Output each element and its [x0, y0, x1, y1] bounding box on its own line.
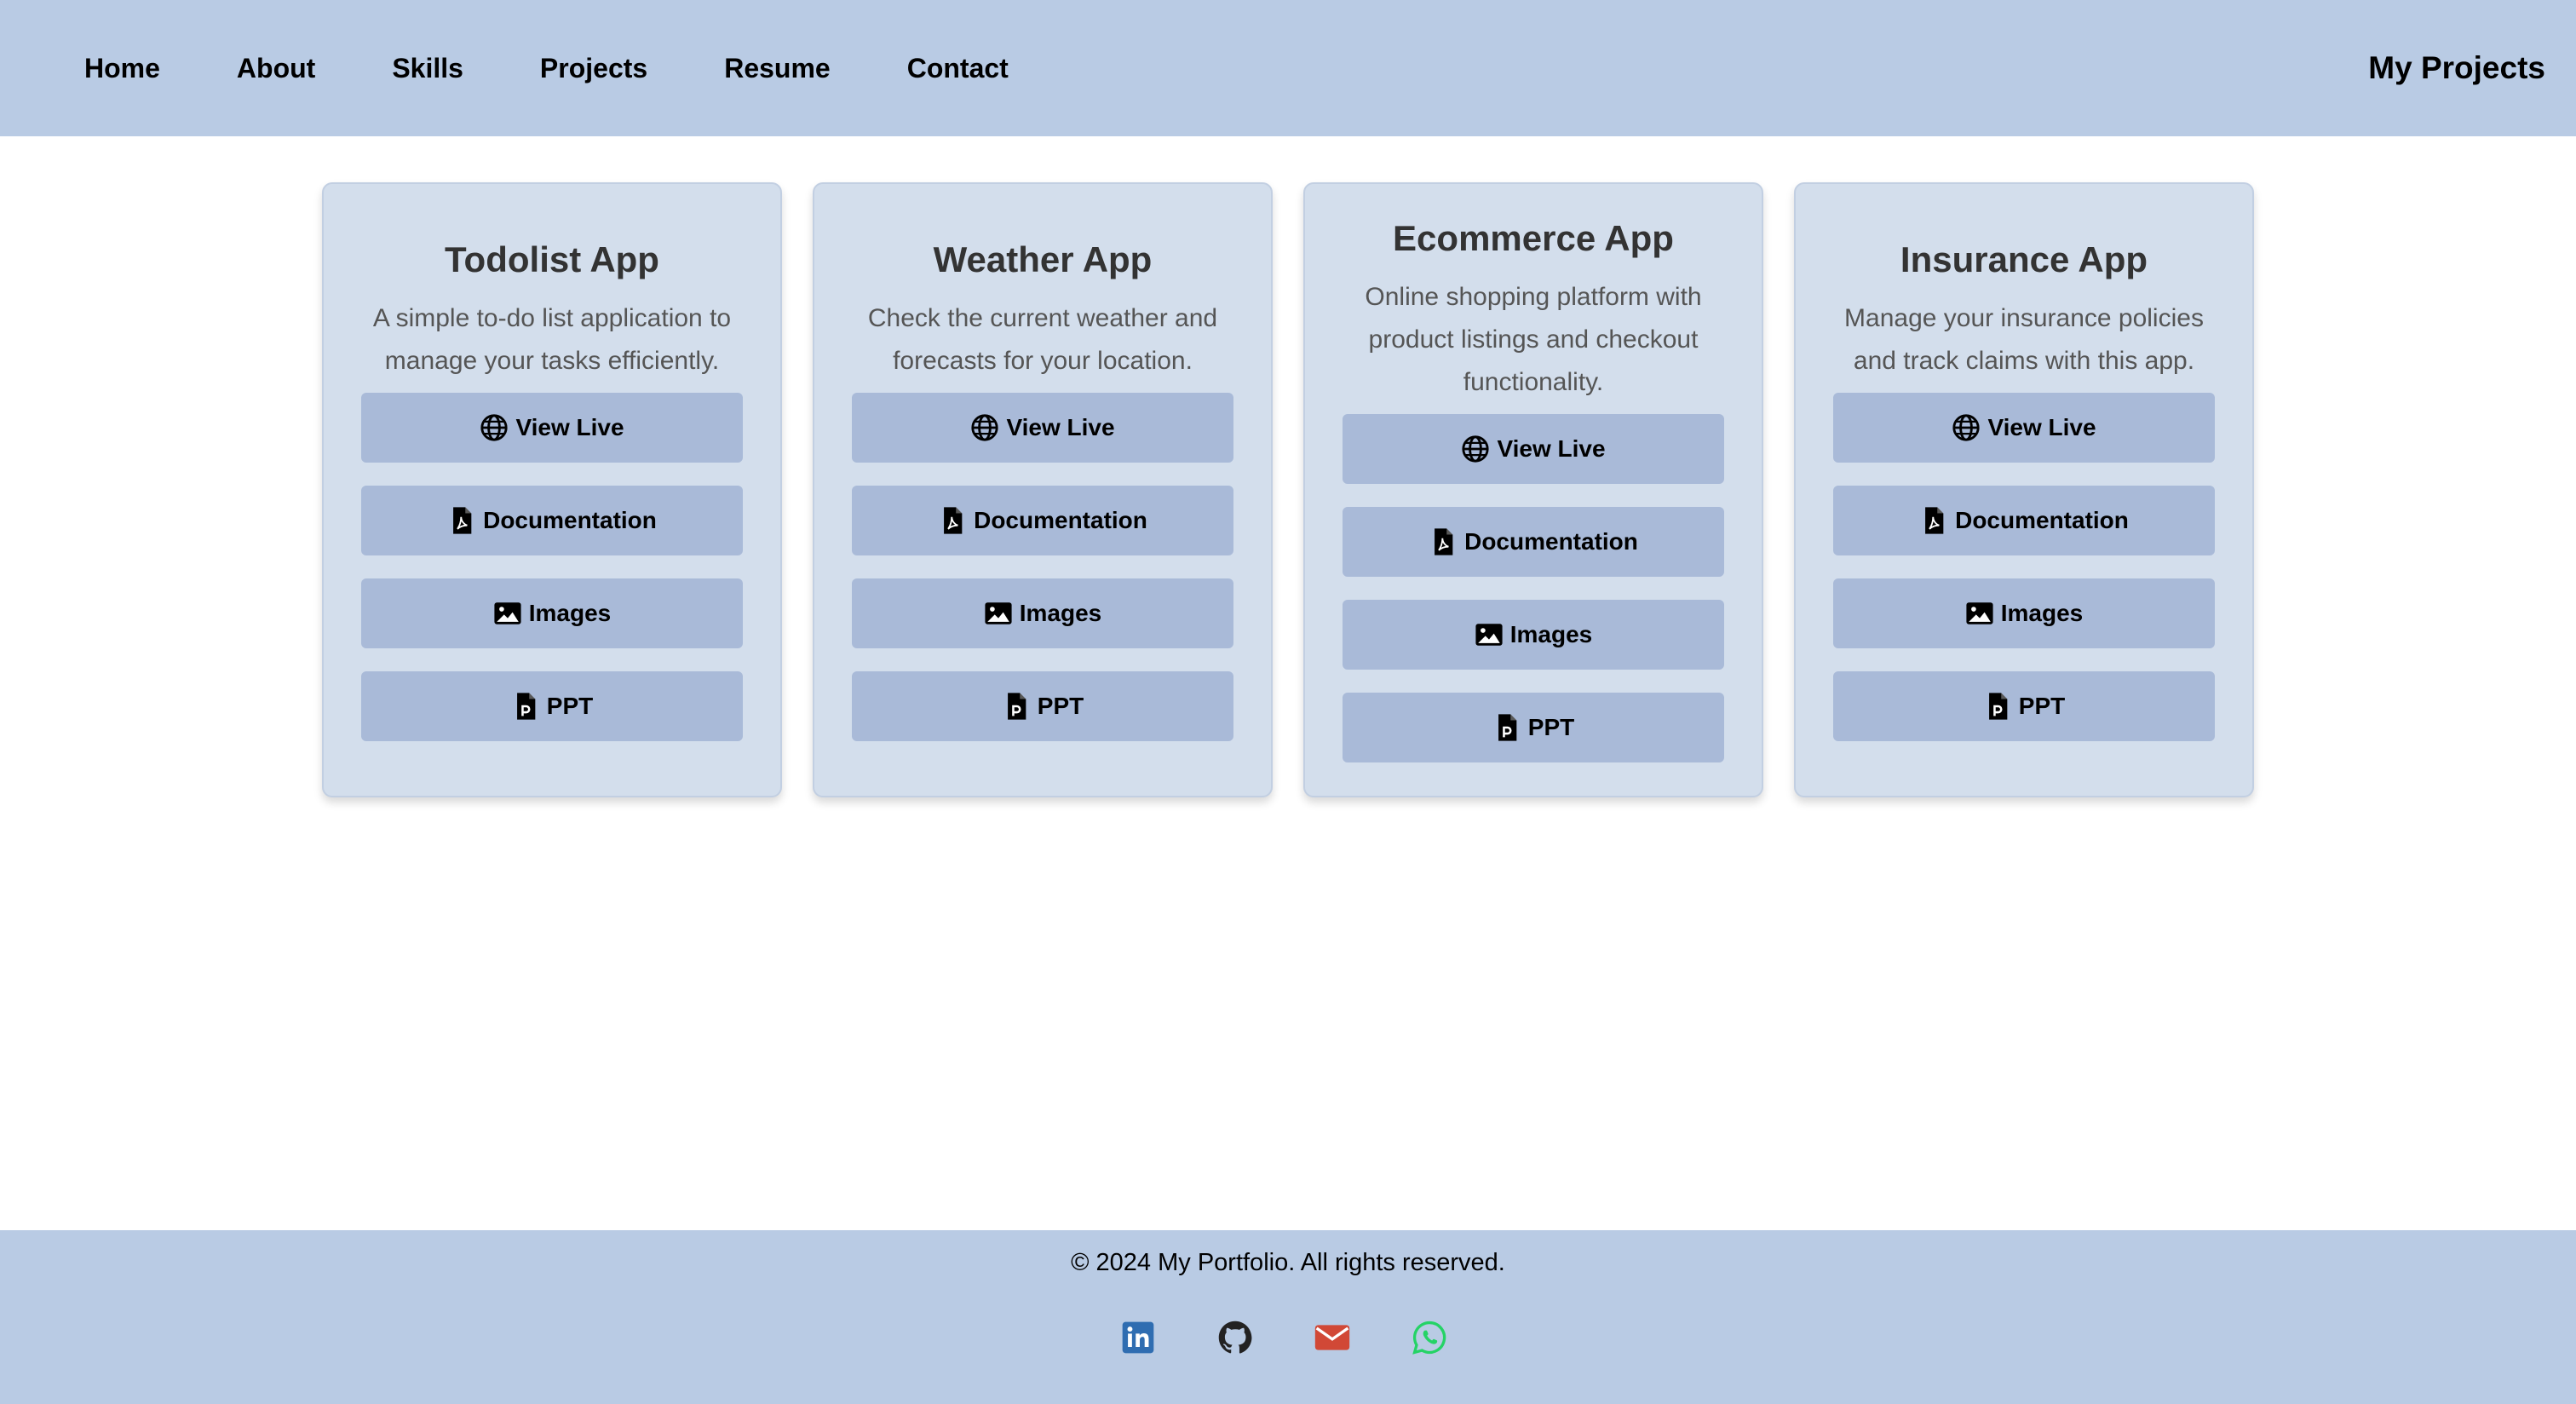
nav-link-contact[interactable]: Contact [907, 53, 1009, 84]
globe-icon [970, 413, 999, 442]
pdf-file-icon [938, 506, 967, 535]
documentation-button[interactable]: Documentation [1343, 506, 1724, 577]
pdf-file-icon [447, 506, 476, 535]
image-icon [1965, 599, 1994, 628]
button-label: Images [1019, 599, 1102, 626]
images-button[interactable]: Images [852, 578, 1233, 648]
footer: © 2024 My Portfolio. All rights reserved… [0, 1230, 2576, 1404]
image-icon [1475, 620, 1504, 649]
nav-link-home[interactable]: Home [84, 53, 160, 84]
project-title: Weather App [933, 239, 1153, 279]
button-label: View Live [1006, 413, 1115, 440]
globe-icon [1952, 413, 1981, 442]
images-button[interactable]: Images [361, 578, 743, 648]
navbar: Home About Skills Projects Resume Contac… [0, 0, 2576, 136]
button-label: PPT [546, 692, 594, 719]
images-button[interactable]: Images [1833, 578, 2215, 648]
button-label: View Live [1497, 434, 1606, 462]
copyright-text: © 2024 My Portfolio. All rights reserved… [1071, 1249, 1505, 1276]
ppt-button[interactable]: PPT [1833, 670, 2215, 741]
button-label: View Live [515, 413, 624, 440]
email-icon[interactable] [1314, 1319, 1351, 1356]
pdf-file-icon [1429, 527, 1458, 556]
ppt-file-icon [1002, 692, 1031, 721]
documentation-button[interactable]: Documentation [852, 485, 1233, 555]
nav-link-resume[interactable]: Resume [724, 53, 831, 84]
nav-link-about[interactable]: About [237, 53, 315, 84]
linkedin-icon[interactable] [1119, 1319, 1157, 1356]
ppt-file-icon [511, 692, 540, 721]
button-label: Images [1509, 620, 1593, 647]
globe-icon [1461, 434, 1490, 463]
images-button[interactable]: Images [1343, 599, 1724, 670]
project-card-ecommerce: Ecommerce App Online shopping platform w… [1303, 182, 1763, 797]
image-icon [984, 599, 1013, 628]
button-label: Images [528, 599, 612, 626]
view-live-button[interactable]: View Live [361, 392, 743, 463]
pdf-file-icon [1919, 506, 1948, 535]
social-links [1119, 1319, 1448, 1356]
ppt-button[interactable]: PPT [361, 670, 743, 741]
view-live-button[interactable]: View Live [1833, 392, 2215, 463]
project-title: Ecommerce App [1393, 217, 1674, 258]
button-label: Images [2000, 599, 2084, 626]
view-live-button[interactable]: View Live [852, 392, 1233, 463]
nav-link-projects[interactable]: Projects [540, 53, 647, 84]
ppt-button[interactable]: PPT [1343, 692, 1724, 762]
project-description: Manage your insurance policies and track… [1844, 303, 2204, 375]
ppt-file-icon [1492, 713, 1521, 742]
globe-icon [480, 413, 509, 442]
documentation-button[interactable]: Documentation [361, 485, 743, 555]
project-card-insurance: Insurance App Manage your insurance poli… [1794, 182, 2254, 797]
project-title: Todolist App [445, 239, 659, 279]
button-label: View Live [1987, 413, 2096, 440]
project-description: Check the current weather and forecasts … [867, 303, 1218, 375]
button-label: Documentation [483, 506, 657, 533]
button-label: Documentation [1955, 506, 2129, 533]
project-title: Insurance App [1900, 239, 2148, 279]
nav-links: Home About Skills Projects Resume Contac… [84, 0, 1009, 136]
button-label: PPT [2018, 692, 2066, 719]
project-card-weather: Weather App Check the current weather an… [813, 182, 1273, 797]
button-label: PPT [1037, 692, 1084, 719]
project-description: Online shopping platform with product li… [1365, 282, 1702, 396]
project-cards: Todolist App A simple to-do list applica… [322, 182, 2254, 797]
image-icon [493, 599, 522, 628]
nav-link-skills[interactable]: Skills [392, 53, 463, 84]
github-icon[interactable] [1216, 1319, 1254, 1356]
ppt-button[interactable]: PPT [852, 670, 1233, 741]
documentation-button[interactable]: Documentation [1833, 485, 2215, 555]
button-label: Documentation [1464, 527, 1638, 555]
page-title: My Projects [2368, 50, 2545, 85]
button-label: Documentation [974, 506, 1147, 533]
ppt-file-icon [1983, 692, 2012, 721]
whatsapp-icon[interactable] [1411, 1319, 1448, 1356]
button-label: PPT [1527, 713, 1575, 740]
view-live-button[interactable]: View Live [1343, 413, 1724, 484]
project-description: A simple to-do list application to manag… [372, 303, 732, 375]
project-card-todolist: Todolist App A simple to-do list applica… [322, 182, 782, 797]
